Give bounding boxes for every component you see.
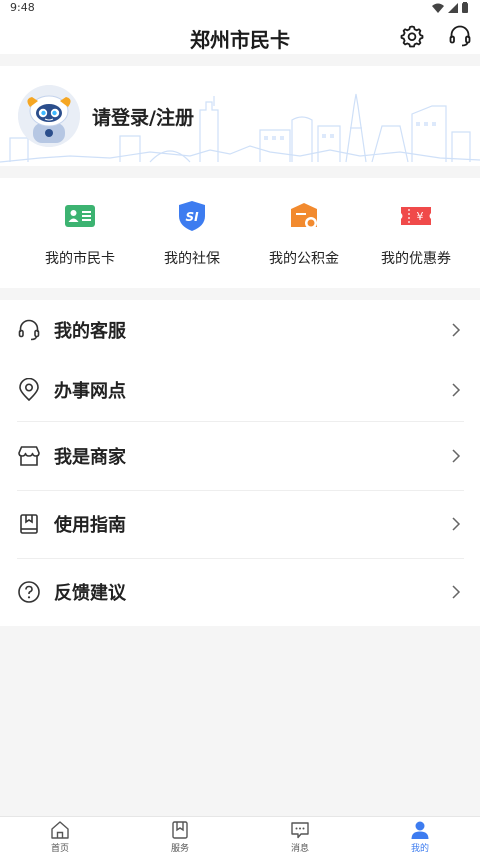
message-icon: [291, 822, 309, 839]
menu-list: 我的客服 办事网点 我是商家 使用指南 反馈建议: [0, 300, 480, 626]
quick-action-social-security[interactable]: SI 我的社保: [136, 178, 248, 288]
chevron-right-icon: [452, 585, 461, 599]
menu-item-user-guide[interactable]: 使用指南: [0, 494, 480, 554]
question-icon: [18, 581, 40, 603]
quick-actions: 我的市民卡 SI 我的社保 我的公积金 ¥ 我的优惠券: [0, 178, 480, 288]
headset-icon: [18, 319, 40, 341]
quick-action-coupons[interactable]: ¥ 我的优惠券: [360, 178, 472, 288]
quick-action-label: 我的公积金: [269, 251, 339, 267]
chevron-right-icon: [452, 517, 461, 531]
tab-services[interactable]: 服务: [120, 817, 240, 854]
book-icon: [20, 514, 38, 534]
headset-icon: [449, 25, 471, 47]
menu-item-feedback[interactable]: 反馈建议: [0, 562, 480, 622]
settings-button[interactable]: [400, 24, 424, 48]
user-icon: [411, 821, 429, 839]
quick-action-label: 我的优惠券: [381, 251, 451, 267]
avatar[interactable]: [18, 85, 80, 147]
tab-label: 首页: [50, 844, 69, 854]
tab-messages[interactable]: 消息: [240, 817, 360, 854]
coupon-icon: ¥: [401, 207, 431, 225]
tab-label: 服务: [170, 844, 189, 854]
login-card[interactable]: 请登录/注册: [0, 66, 480, 166]
gear-icon: [400, 25, 424, 48]
menu-item-customer-service[interactable]: 我的客服: [0, 300, 480, 360]
app-header: 郑州市民卡: [0, 16, 480, 54]
tab-label: 我的: [410, 844, 429, 854]
coupon-badge-text: ¥: [417, 210, 424, 223]
quick-action-label: 我的社保: [164, 251, 220, 267]
menu-item-label: 使用指南: [54, 515, 126, 536]
quick-action-label: 我的市民卡: [45, 251, 115, 267]
status-bar: 9:48: [0, 0, 480, 16]
menu-divider: [17, 558, 464, 559]
bottom-tab-bar: 首页 服务 消息 我的: [0, 816, 480, 854]
signal-icon: [448, 2, 458, 13]
tab-me[interactable]: 我的: [360, 817, 480, 854]
wallet-icon: [291, 203, 317, 229]
chevron-right-icon: [452, 323, 461, 337]
status-icons: [432, 2, 468, 13]
card-icon: [65, 205, 95, 227]
menu-divider: [17, 421, 464, 422]
quick-action-citizen-card[interactable]: 我的市民卡: [24, 178, 136, 288]
customer-service-button[interactable]: [448, 24, 472, 48]
shield-icon: SI: [179, 201, 205, 231]
bookmark-icon: [172, 821, 188, 839]
tab-label: 消息: [290, 844, 309, 854]
location-pin-icon: [19, 378, 39, 402]
tab-home[interactable]: 首页: [0, 817, 120, 854]
home-icon: [51, 821, 69, 839]
menu-item-merchant[interactable]: 我是商家: [0, 426, 480, 486]
store-icon: [18, 446, 40, 466]
chevron-right-icon: [452, 383, 461, 397]
login-register-link[interactable]: 请登录/注册: [92, 103, 194, 130]
chevron-right-icon: [452, 449, 461, 463]
menu-item-label: 办事网点: [54, 381, 126, 402]
menu-divider: [17, 490, 464, 491]
wifi-icon: [432, 3, 444, 13]
quick-action-housing-fund[interactable]: 我的公积金: [248, 178, 360, 288]
status-time: 9:48: [10, 1, 35, 14]
robot-mascot-icon: [18, 85, 80, 147]
menu-item-label: 我是商家: [54, 447, 126, 468]
menu-item-label: 我的客服: [54, 321, 126, 342]
menu-item-label: 反馈建议: [54, 583, 126, 604]
shield-badge-text: SI: [185, 210, 199, 224]
battery-icon: [462, 2, 468, 13]
menu-item-service-outlets[interactable]: 办事网点: [0, 360, 480, 420]
